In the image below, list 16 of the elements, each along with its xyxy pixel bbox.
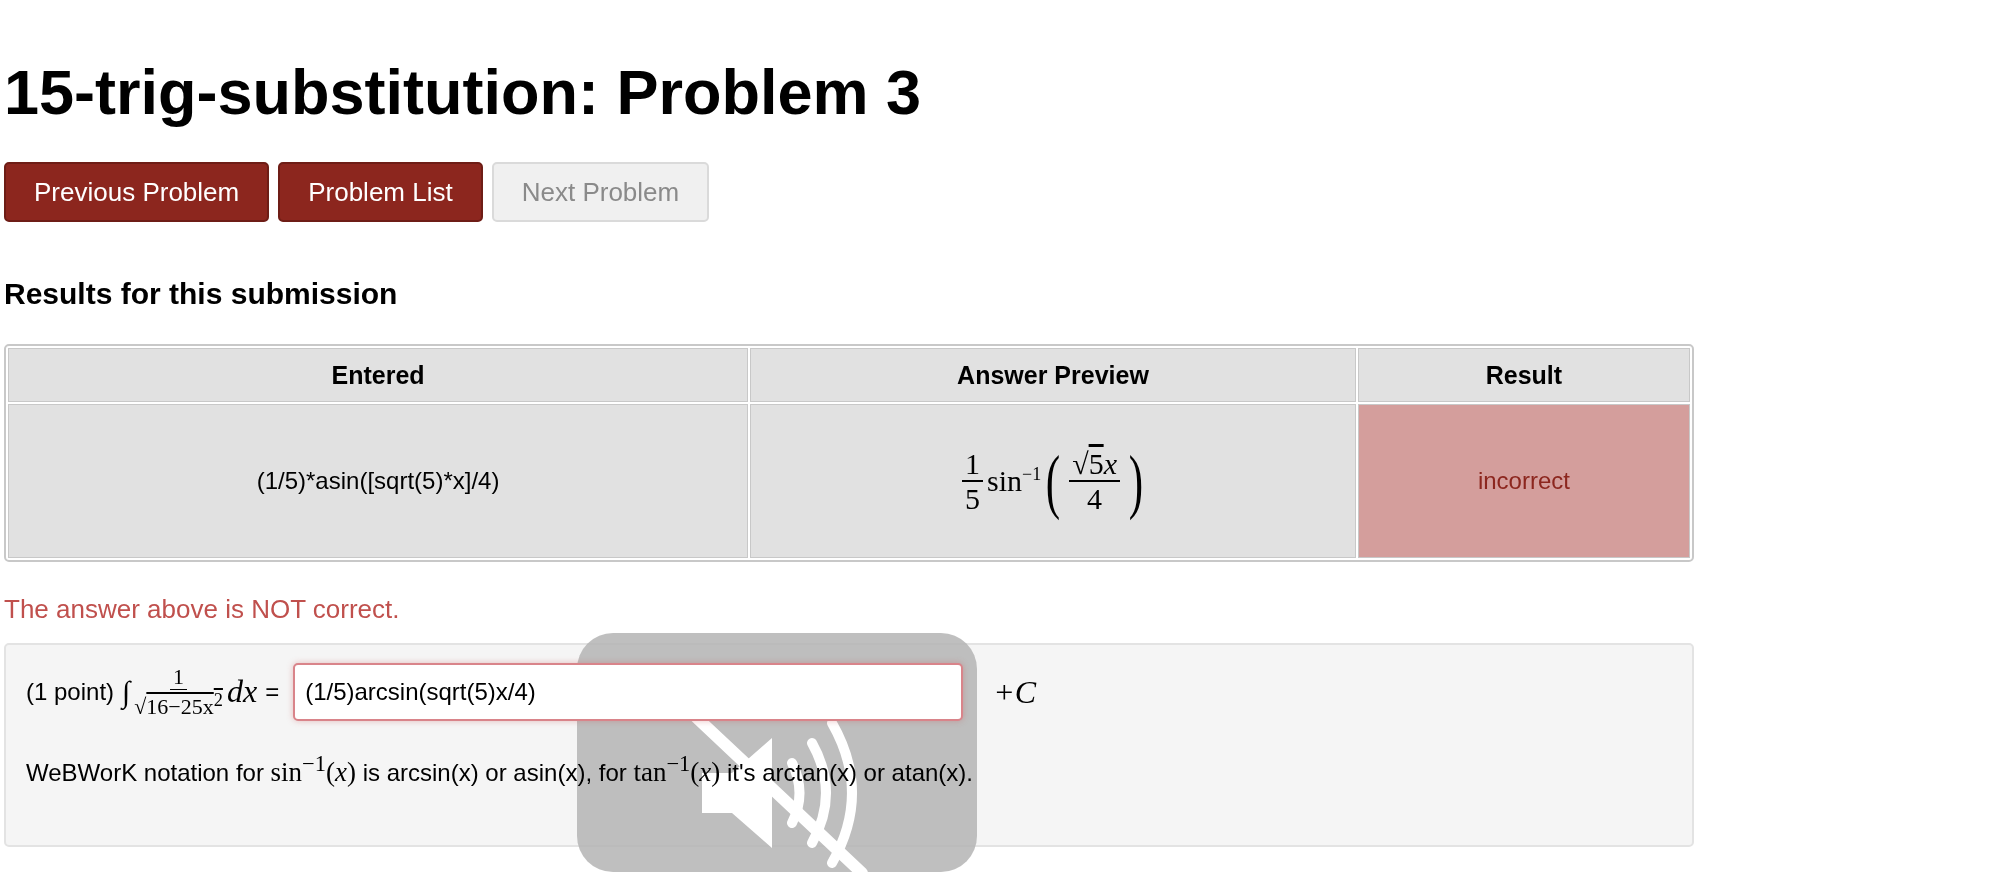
integral-expression: ∫ 1 √16−25x$^{2}$ dx	[122, 664, 258, 720]
constant-term: +C	[993, 673, 1037, 711]
nav-button[interactable]: Problem List	[278, 162, 483, 222]
table-cell: (1/5)*asin([sqrt(5)*x]/4)	[8, 404, 749, 558]
answer-field[interactable]: (1/5)arcsin(sqrt(5)x/4)	[293, 663, 964, 721]
notation-hint: WeBWorK notation for sin$^{−1}$(x) is arcsin(x) or asin(x), for tan$^{−1}$(x) it's arctan(x) or atan(x).	[26, 751, 974, 788]
result-cell: incorrect	[1357, 404, 1690, 558]
column-header: Result	[1357, 348, 1690, 402]
column-header: Answer Preview	[750, 348, 1356, 402]
nav-button[interactable]: Previous Problem	[4, 162, 270, 222]
points-label: (1 point)	[26, 678, 115, 706]
column-header: Entered	[8, 348, 749, 402]
page-title: 15-trig-substitution: Problem 3	[4, 56, 923, 128]
section-heading: Results for this submission	[4, 276, 399, 312]
feedback-message: The answer above is NOT correct.	[4, 594, 401, 625]
equals-sign: =	[265, 678, 280, 706]
